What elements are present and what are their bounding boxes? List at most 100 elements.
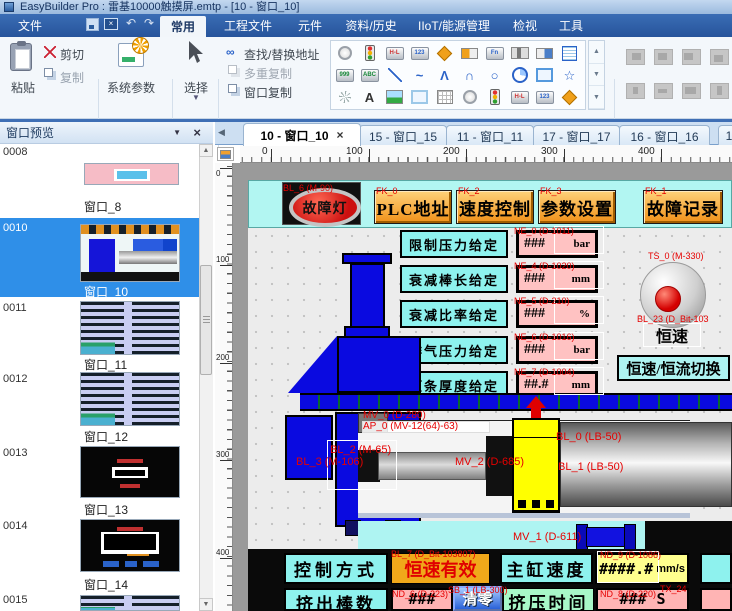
list-box-icon[interactable]: [557, 42, 582, 64]
same-width-icon: [682, 83, 701, 99]
ribbon-tab-iiot[interactable]: IIoT/能源管理: [410, 14, 498, 37]
tab-window-16[interactable]: 16 - 窗口_16: [619, 125, 710, 146]
address-tag: SB_1 (LB-300): [448, 585, 508, 595]
arc-icon[interactable]: ∩: [457, 64, 482, 86]
preview-scrollbar[interactable]: [199, 144, 213, 611]
window-thumbnail-8[interactable]: [84, 163, 179, 185]
select-cursor-icon[interactable]: [186, 41, 204, 65]
copy-icon[interactable]: [44, 68, 53, 77]
numeric-999-key-icon[interactable]: 999: [332, 64, 357, 86]
decay-rod-length-setpoint-button[interactable]: 衰减棒长给定: [400, 265, 508, 293]
pie-clock-icon[interactable]: [507, 64, 532, 86]
tab-close-icon[interactable]: ×: [337, 128, 344, 142]
window-label[interactable]: 窗口_8: [84, 198, 121, 215]
file-menu[interactable]: 文件: [8, 14, 52, 37]
fn-key-icon[interactable]: Fn: [482, 42, 507, 64]
traffic-light-icon[interactable]: [357, 42, 382, 64]
window-label[interactable]: 窗口_12: [84, 428, 128, 445]
tab-label: 17 - 窗口_17: [542, 128, 610, 145]
find-replace-address-button[interactable]: 查找/替换地址: [244, 46, 319, 63]
export-icon[interactable]: ×: [104, 18, 118, 30]
wave-icon[interactable]: ~: [407, 64, 432, 86]
tab-window-partial[interactable]: 1: [718, 125, 732, 146]
address-tag: AP_0 (MV-12(64)-63): [363, 421, 458, 432]
window-thumbnail-11[interactable]: [80, 301, 180, 355]
hl-switch-key2-icon[interactable]: H-L: [507, 86, 532, 108]
circle-icon[interactable]: ○: [482, 64, 507, 86]
window-thumbnail-14[interactable]: [80, 519, 180, 572]
window-copy-button[interactable]: 窗口复制: [244, 84, 292, 101]
address-tag: BL_1 (LB-50): [558, 461, 623, 473]
polyline-icon[interactable]: Λ: [432, 64, 457, 86]
app-icon: [4, 2, 14, 12]
window-thumbnail-12[interactable]: [80, 372, 180, 426]
numeric-123-key2-icon[interactable]: 123: [532, 86, 557, 108]
tab-window-11[interactable]: 11 - 窗口_11: [446, 125, 534, 146]
diamond-tag-icon[interactable]: [432, 42, 457, 64]
window-copy-icon[interactable]: [228, 84, 237, 93]
picture-icon[interactable]: [382, 86, 407, 108]
slider-icon[interactable]: [507, 42, 532, 64]
system-parameters-button[interactable]: 系统参数: [100, 79, 162, 96]
save-icon[interactable]: [86, 18, 99, 31]
numeric-123-key-icon[interactable]: 123: [407, 42, 432, 64]
text-icon[interactable]: A: [357, 86, 382, 108]
preview-scroll-thumb[interactable]: [200, 265, 212, 375]
tab-scroll-left-icon[interactable]: ◀: [218, 127, 225, 138]
title-bar: EasyBuilder Pro : 雷基10000触摸屏.emtp - [10 …: [0, 0, 732, 14]
panel-dropdown-icon[interactable]: ▼: [173, 128, 181, 137]
hl-switch-key-icon[interactable]: H-L: [382, 42, 407, 64]
window-label[interactable]: 窗口_13: [84, 501, 128, 518]
paste-button[interactable]: 粘贴: [6, 79, 40, 96]
select-dropdown-icon[interactable]: ▼: [192, 93, 200, 102]
preview-scroll-up-icon[interactable]: ▲: [199, 144, 213, 157]
limit-pressure-setpoint-button[interactable]: 限制压力给定: [400, 230, 508, 258]
same-height-icon: [710, 83, 729, 99]
bulb-icon[interactable]: [332, 42, 357, 64]
rectangle-icon[interactable]: [532, 64, 557, 86]
flat-rectangle-icon[interactable]: [407, 86, 432, 108]
ribbon-tab-object[interactable]: 元件: [290, 14, 330, 37]
gallery-scrollbar[interactable]: ▲ ▼ ▼: [588, 40, 605, 110]
star-icon[interactable]: ☆: [557, 64, 582, 86]
cut-button[interactable]: 剪切: [60, 46, 84, 63]
bulb2-icon[interactable]: [457, 86, 482, 108]
system-parameters-icon[interactable]: [118, 43, 144, 67]
ribbon-tab-view[interactable]: 检视: [506, 14, 544, 37]
gallery-scroll-down-icon[interactable]: ▼: [589, 64, 604, 87]
window-label[interactable]: 窗口_11: [84, 356, 127, 373]
redo-icon[interactable]: ↷: [144, 16, 154, 30]
orange-toggle-icon[interactable]: [457, 42, 482, 64]
tab-window-17[interactable]: 17 - 窗口_17: [533, 125, 620, 146]
ribbon-tab-common[interactable]: 常用: [160, 16, 206, 37]
display-value: ###: [524, 236, 545, 252]
ribbon-tab-tools[interactable]: 工具: [552, 14, 590, 37]
window-thumbnail-13[interactable]: [80, 446, 180, 498]
window-label[interactable]: 窗口_14: [84, 576, 128, 593]
traffic-light2-icon[interactable]: [482, 86, 507, 108]
window-label[interactable]: 窗口_10: [84, 283, 128, 300]
window-number: 0015: [3, 594, 27, 606]
constant-speed-flow-switch-button[interactable]: 恒速/恒流切换: [617, 355, 730, 381]
toggle-switch-icon[interactable]: [532, 42, 557, 64]
window-thumbnail-15[interactable]: [80, 595, 180, 611]
abc-key-icon[interactable]: ABC: [357, 64, 382, 86]
cut-icon[interactable]: [44, 46, 56, 58]
table-grid-icon[interactable]: [432, 86, 457, 108]
undo-icon[interactable]: ↶: [126, 16, 136, 30]
panel-close-icon[interactable]: ×: [193, 125, 201, 140]
paste-icon[interactable]: [10, 43, 32, 71]
window-thumbnail-10[interactable]: [80, 224, 180, 282]
gallery-expand-icon[interactable]: ▼: [589, 86, 604, 109]
ribbon-tab-project[interactable]: 工程文件: [216, 14, 280, 37]
decay-ratio-setpoint-button[interactable]: 衰减比率给定: [400, 300, 508, 328]
copy-button[interactable]: 复制: [60, 69, 84, 86]
diamond-tag2-icon[interactable]: [557, 86, 582, 108]
rays-icon[interactable]: [332, 86, 357, 108]
tab-window-10[interactable]: 10 - 窗口_10 ×: [243, 123, 361, 146]
line-icon[interactable]: [382, 64, 407, 86]
tab-window-15[interactable]: 15 - 窗口_15: [359, 125, 447, 146]
ribbon-tab-data[interactable]: 资料/历史: [338, 14, 404, 37]
gallery-scroll-up-icon[interactable]: ▲: [589, 41, 604, 64]
preview-scroll-down-icon[interactable]: ▼: [199, 598, 213, 611]
